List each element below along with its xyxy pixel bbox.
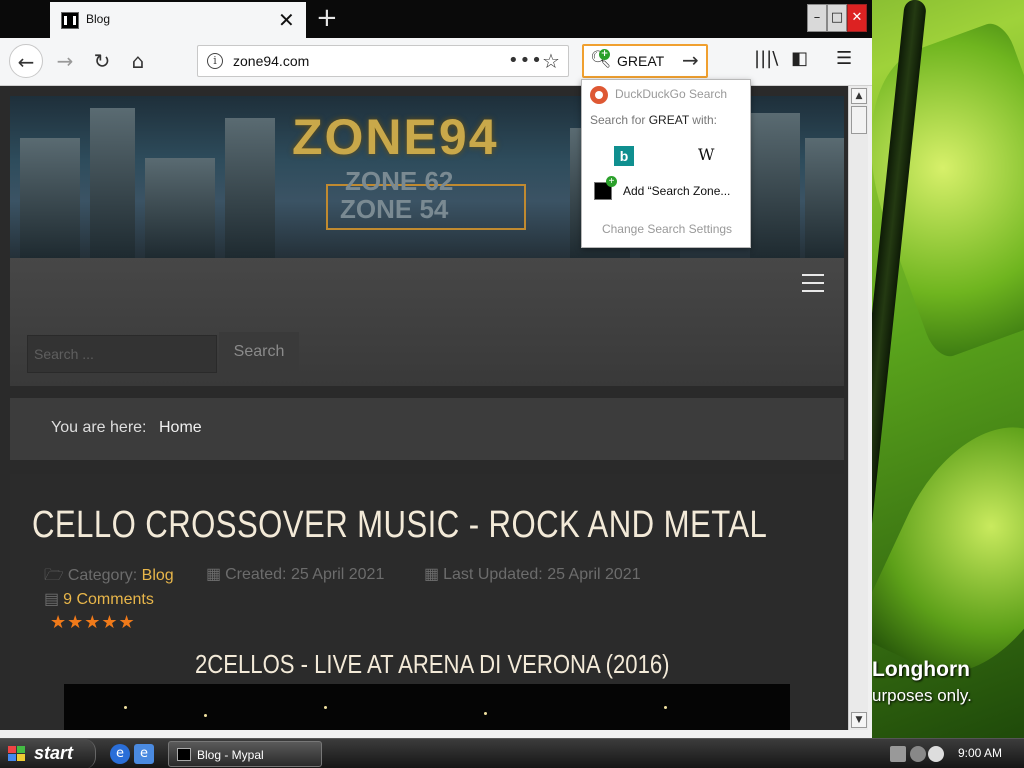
taskbar-window-label: Blog - Mypal	[197, 748, 264, 762]
mypal-app-icon	[177, 748, 191, 761]
safely-remove-icon[interactable]	[910, 746, 926, 762]
close-window-button[interactable]: ✕	[847, 4, 867, 32]
site-search-button[interactable]: Search	[219, 332, 299, 372]
add-search-engine-icon	[594, 176, 617, 200]
scroll-up-arrow-icon[interactable]: ▲	[851, 88, 867, 104]
wikipedia-icon[interactable]: W	[698, 145, 714, 164]
video-title: 2CELLOS - LIVE AT ARENA DI VERONA (2016)	[195, 649, 670, 679]
site-menu-toggle-icon[interactable]	[802, 274, 824, 292]
desktop-watermark-title: Longhorn	[872, 658, 970, 681]
library-icon[interactable]: |||\	[754, 48, 778, 69]
info-icon[interactable]: i	[207, 53, 223, 69]
building-graphic	[225, 118, 275, 258]
back-button[interactable]: ←	[9, 44, 43, 78]
building-graphic	[20, 138, 80, 258]
comments-link[interactable]: 9 Comments	[63, 591, 154, 608]
current-engine-label: DuckDuckGo Search	[615, 87, 728, 101]
search-go-arrow-icon[interactable]: →	[682, 48, 699, 72]
article-comments: ▤ 9 Comments	[44, 589, 154, 609]
forward-button[interactable]: →	[48, 44, 82, 78]
updated-date: Last Updated: 25 April 2021	[443, 566, 641, 583]
site-menu-bar: Search	[10, 258, 844, 386]
breadcrumb-label: You are here:	[51, 419, 147, 436]
sidebar-toggle-icon[interactable]: ◧	[791, 48, 808, 69]
building-graphic	[750, 113, 800, 258]
tab-bar: Blog ✕ + – □ ✕	[0, 0, 872, 38]
comment-icon: ▤	[44, 591, 60, 608]
start-button[interactable]: start	[0, 739, 96, 768]
created-date: Created: 25 April 2021	[225, 566, 385, 583]
article-category: 🗁 Category: Blog	[44, 564, 174, 591]
close-tab-icon[interactable]: ✕	[278, 8, 295, 32]
maximize-button[interactable]: □	[827, 4, 847, 32]
hamburger-menu-icon[interactable]: ☰	[836, 48, 852, 69]
new-tab-button[interactable]: +	[316, 4, 338, 32]
video-player[interactable]	[64, 684, 790, 730]
internet-explorer-icon[interactable]: e	[110, 744, 130, 764]
category-link[interactable]: Blog	[142, 567, 174, 584]
banner-subtitle: ZONE 62	[345, 166, 454, 196]
article-title[interactable]: CELLO CROSSOVER MUSIC - ROCK AND METAL	[32, 504, 767, 547]
category-label: Category:	[67, 567, 142, 584]
breadcrumb: You are here: Home	[10, 398, 844, 460]
folder-icon: 🗁	[44, 567, 64, 584]
site-favicon-icon	[61, 12, 79, 29]
search-term: GREAT	[648, 113, 689, 127]
building-graphic	[805, 138, 844, 258]
search-bar[interactable]: 🔍︎ + GREAT →	[582, 44, 708, 78]
page-actions-button[interactable]: •••	[508, 50, 543, 71]
scroll-down-arrow-icon[interactable]: ▼	[851, 712, 867, 728]
taskbar-window-button[interactable]: Blog - Mypal	[168, 741, 322, 767]
calendar-icon: ▦	[424, 566, 440, 583]
article-created: ▦ Created: 25 April 2021	[206, 564, 384, 584]
clock[interactable]: 9:00 AM	[958, 746, 1002, 760]
add-engine-badge-icon: +	[599, 49, 610, 60]
quick-launch-icon[interactable]: e	[134, 744, 154, 764]
breadcrumb-home-link[interactable]: Home	[159, 419, 202, 437]
search-with-label: Search for GREAT with:	[590, 113, 717, 127]
search-suggestions-popup: DuckDuckGo Search Search for GREAT with:…	[581, 79, 751, 248]
bing-icon[interactable]: b	[614, 146, 634, 166]
start-label: start	[34, 743, 74, 763]
address-bar[interactable]: i zone94.com ••• ☆	[197, 45, 569, 77]
duckduckgo-icon	[590, 86, 608, 104]
home-button[interactable]: ⌂	[121, 44, 155, 78]
tab-title: Blog	[86, 12, 111, 26]
minimize-button[interactable]: –	[807, 4, 827, 32]
taskbar: start e e Blog - Mypal 9:00 AM	[0, 738, 1024, 768]
calendar-icon: ▦	[206, 566, 222, 583]
page-scrollbar[interactable]: ▲ ▼	[848, 86, 868, 730]
article-updated: ▦ Last Updated: 25 April 2021	[424, 564, 641, 584]
tab-blog[interactable]: Blog ✕	[50, 2, 306, 38]
banner-subtitle: ZONE 54	[340, 194, 449, 224]
windows-logo-icon	[8, 746, 26, 762]
change-search-settings-button[interactable]: Change Search Settings	[582, 222, 752, 236]
building-graphic	[145, 158, 215, 258]
desktop-watermark-note: urposes only.	[872, 686, 972, 705]
url-text[interactable]: zone94.com	[233, 53, 309, 69]
system-tray: 9:00 AM	[884, 739, 1024, 768]
search-input[interactable]: GREAT	[617, 53, 664, 69]
reload-button[interactable]: ↻	[85, 44, 119, 78]
bookmark-star-icon[interactable]: ☆	[542, 49, 560, 73]
site-logo: ZONE94	[292, 109, 499, 165]
browser-window: Blog ✕ + – □ ✕ ← → ↻ ⌂ i zone94.com ••• …	[0, 0, 872, 738]
network-icon[interactable]	[928, 746, 944, 762]
scrollbar-thumb[interactable]	[851, 106, 867, 134]
article: CELLO CROSSOVER MUSIC - ROCK AND METAL 🗁…	[10, 474, 844, 730]
keyboard-icon[interactable]	[890, 746, 906, 762]
add-search-engine-item[interactable]: Add “Search Zone...	[623, 184, 730, 198]
building-graphic	[90, 108, 135, 258]
site-search-input[interactable]	[27, 335, 217, 373]
star-rating[interactable]: ★★★★★	[50, 612, 136, 633]
